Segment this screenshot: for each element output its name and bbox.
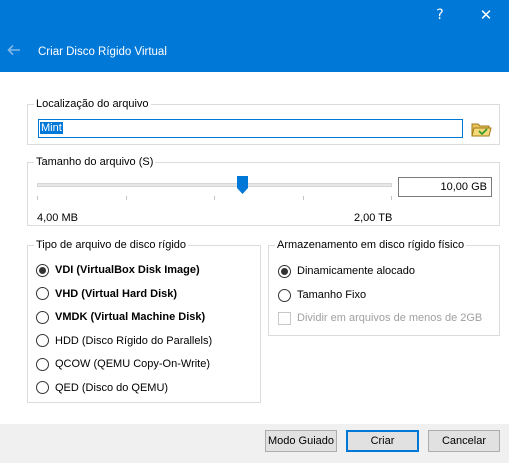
- dialog-content: Localização do arquivo Mint Tamanho do a…: [0, 72, 509, 424]
- file-location-value: Mint: [40, 122, 63, 134]
- size-legend: Tamanho do arquivo (S): [36, 156, 154, 168]
- size-slider-ticks: [37, 196, 392, 200]
- file-type-radio[interactable]: [36, 287, 49, 300]
- file-type-option[interactable]: HDD (Disco Rígido do Parallels): [36, 333, 212, 349]
- file-type-option[interactable]: QED (Disco do QEMU): [36, 380, 168, 396]
- title-bar: ? ✕: [0, 0, 509, 32]
- file-type-option[interactable]: VMDK (Virtual Machine Disk): [36, 309, 205, 325]
- create-button[interactable]: Criar: [346, 430, 419, 452]
- file-type-label: VDI (VirtualBox Disk Image): [55, 264, 200, 276]
- size-value-field[interactable]: 10,00 GB: [398, 177, 492, 197]
- help-button[interactable]: ?: [417, 0, 463, 32]
- file-type-label: QED (Disco do QEMU): [55, 381, 169, 394]
- storage-type-label: Dinamicamente alocado: [297, 265, 416, 277]
- size-slider-thumb[interactable]: [237, 176, 249, 194]
- storage-type-label: Tamanho Fixo: [297, 289, 367, 301]
- file-type-radio[interactable]: [36, 263, 49, 277]
- storage-type-radio[interactable]: [278, 264, 291, 278]
- button-bar: Modo Guiado Criar Cancelar: [0, 424, 509, 463]
- file-type-label: VHD (Virtual Hard Disk): [55, 287, 178, 300]
- wizard-header: Criar Disco Rígido Virtual: [0, 32, 509, 72]
- slider-tick: [37, 196, 38, 200]
- storage-type-radio[interactable]: [278, 288, 291, 302]
- close-button[interactable]: ✕: [463, 0, 509, 32]
- size-slider-track[interactable]: [37, 183, 392, 187]
- file-type-label: QCOW (QEMU Copy-On-Write): [55, 358, 211, 370]
- split-files-option[interactable]: Dividir em arquivos de menos de 2GB: [278, 310, 482, 326]
- file-type-radio[interactable]: [36, 381, 49, 394]
- file-type-radio[interactable]: [36, 334, 49, 347]
- storage-legend: Armazenamento em disco rígido físico: [277, 239, 465, 251]
- file-type-label: HDD (Disco Rígido do Parallels): [55, 334, 213, 347]
- storage-type-option[interactable]: Dinamicamente alocado: [278, 263, 415, 279]
- folder-browse-icon[interactable]: [469, 117, 493, 141]
- file-type-legend: Tipo de arquivo de disco rígido: [36, 239, 187, 251]
- page-title: Criar Disco Rígido Virtual: [38, 46, 167, 58]
- size-min-label: 4,00 MB: [37, 212, 78, 224]
- size-max-label: 2,00 TB: [354, 212, 393, 224]
- slider-tick: [391, 196, 392, 200]
- file-type-label: VMDK (Virtual Machine Disk): [55, 311, 206, 323]
- guided-mode-button[interactable]: Modo Guiado: [265, 430, 337, 452]
- storage-type-option[interactable]: Tamanho Fixo: [278, 287, 366, 303]
- back-arrow-icon[interactable]: [6, 42, 22, 58]
- file-type-radio[interactable]: [36, 310, 49, 324]
- slider-tick: [303, 196, 304, 200]
- split-files-checkbox[interactable]: [278, 311, 291, 325]
- location-legend: Localização do arquivo: [36, 98, 149, 110]
- cancel-button[interactable]: Cancelar: [428, 430, 500, 452]
- file-type-option[interactable]: QCOW (QEMU Copy-On-Write): [36, 356, 210, 372]
- split-files-label: Dividir em arquivos de menos de 2GB: [297, 312, 483, 324]
- slider-tick: [126, 196, 127, 200]
- file-type-option[interactable]: VDI (VirtualBox Disk Image): [36, 262, 200, 278]
- file-type-radio[interactable]: [36, 357, 49, 371]
- file-location-input[interactable]: Mint: [38, 119, 463, 138]
- slider-tick: [214, 196, 215, 200]
- file-type-option[interactable]: VHD (Virtual Hard Disk): [36, 286, 177, 302]
